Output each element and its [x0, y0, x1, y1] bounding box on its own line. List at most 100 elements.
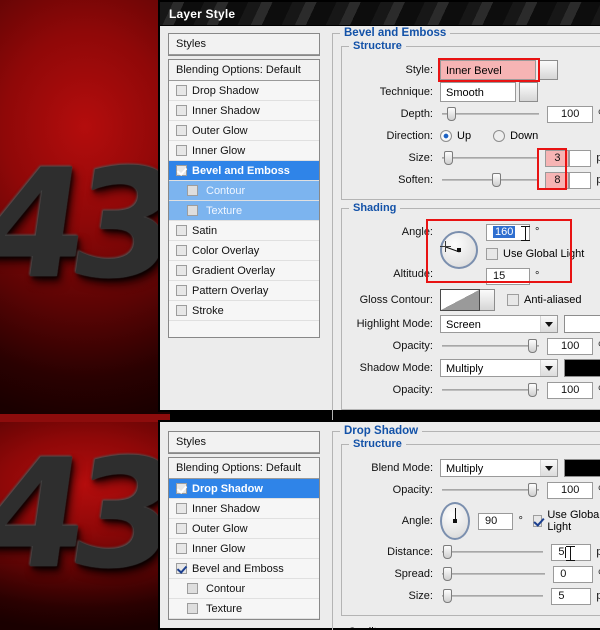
style-select-arrow[interactable] [539, 60, 558, 80]
distance-slider-knob[interactable] [443, 545, 452, 559]
depth-slider-knob[interactable] [447, 107, 456, 121]
ds-angle-value[interactable]: 90 [477, 512, 514, 530]
drop-shadow-color-swatch[interactable] [564, 459, 600, 477]
checkbox-icon-style-item[interactable] [176, 305, 187, 316]
direction-up-radio[interactable]: Up [440, 130, 471, 142]
highlight-mode-arrow[interactable] [540, 316, 557, 332]
style-list-item-label: Outer Glow [192, 522, 248, 535]
checkbox-icon-style-item[interactable] [176, 125, 187, 136]
altitude-value[interactable]: 15 [486, 267, 530, 285]
style-select[interactable]: Inner Bevel [440, 60, 536, 80]
blend-mode-arrow[interactable] [540, 460, 557, 476]
checkbox-icon-style-item[interactable] [187, 185, 198, 196]
text-cursor-icon-angle [521, 225, 530, 241]
checkbox-icon-style-item[interactable] [187, 205, 198, 216]
checkbox-icon-style-item[interactable] [176, 563, 187, 574]
shadow-mode-arrow[interactable] [540, 360, 557, 376]
ds-size-knob[interactable] [443, 589, 452, 603]
gloss-contour-preview[interactable] [440, 289, 480, 311]
bevel-angle-dial[interactable] [440, 231, 478, 269]
soften-slider-knob[interactable] [491, 173, 501, 187]
highlight-color-swatch[interactable] [564, 315, 600, 333]
style-list-item[interactable]: Drop Shadow [169, 479, 319, 499]
style-list-item[interactable]: Bevel and Emboss [169, 559, 319, 579]
ds-opacity-value[interactable]: 100 [547, 481, 594, 499]
styles-effect-list-bottom[interactable]: Drop Shadow Inner Shadow Outer Glow Inner G… [169, 479, 319, 619]
blend-mode-select[interactable]: Multiply [440, 459, 558, 477]
checkbox-icon-style-item[interactable] [187, 583, 198, 594]
checkbox-icon-style-item[interactable] [176, 165, 187, 176]
style-list-item-label: Satin [192, 224, 218, 237]
checkbox-icon-style-item[interactable] [176, 503, 187, 514]
shadow-opacity-slider[interactable] [442, 381, 540, 399]
anti-aliased-checkbox[interactable]: Anti-aliased [507, 294, 581, 306]
depth-value[interactable]: 100 [547, 105, 594, 123]
style-list-item[interactable]: Bevel and Emboss [169, 161, 319, 181]
technique-select-arrow[interactable] [519, 82, 538, 102]
style-list-item[interactable]: Outer Glow [169, 121, 319, 141]
style-list-item[interactable]: Inner Glow [169, 539, 319, 559]
highlight-mode-select[interactable]: Screen [440, 315, 558, 333]
checkbox-icon-style-item[interactable] [176, 265, 187, 276]
size-slider-knob[interactable] [444, 151, 453, 165]
highlight-mode-row: Highlight Mode: Screen [348, 313, 600, 335]
checkbox-icon-style-item[interactable] [176, 225, 187, 236]
style-list-item[interactable]: Gradient Overlay [169, 261, 319, 281]
checkbox-icon-style-item[interactable] [176, 85, 187, 96]
checkbox-icon-style-item[interactable] [176, 145, 187, 156]
style-list-item[interactable]: Drop Shadow [169, 81, 319, 101]
checkbox-icon-style-item[interactable] [187, 603, 198, 614]
style-list-item[interactable]: Texture [169, 599, 319, 619]
gloss-contour-arrow[interactable] [480, 289, 495, 311]
style-list-item[interactable]: Outer Glow [169, 519, 319, 539]
highlight-opacity-value[interactable]: 100 [547, 337, 594, 355]
checkbox-icon-style-item[interactable] [176, 543, 187, 554]
style-list-item[interactable]: Inner Shadow [169, 101, 319, 121]
style-list-item[interactable]: Stroke [169, 301, 319, 321]
size-slider[interactable] [442, 149, 538, 167]
size-value[interactable]: 3 [545, 149, 570, 167]
blending-options-row-bottom[interactable]: Blending Options: Default [169, 458, 319, 479]
shadow-opacity-knob[interactable] [528, 383, 538, 397]
ds-size-slider[interactable] [442, 587, 544, 605]
distance-value[interactable]: 5 [551, 543, 592, 561]
soften-unit: px [596, 174, 600, 186]
spread-slider-knob[interactable] [443, 567, 452, 581]
distance-slider[interactable] [442, 543, 544, 561]
shadow-mode-select[interactable]: Multiply [440, 359, 558, 377]
spread-slider[interactable] [442, 565, 546, 583]
checkbox-icon-style-item[interactable] [176, 523, 187, 534]
use-global-light-checkbox-bevel[interactable]: Use Global Light [486, 248, 584, 260]
style-list-item[interactable]: Color Overlay [169, 241, 319, 261]
checkbox-icon-style-item[interactable] [176, 285, 187, 296]
styles-effect-list-top[interactable]: Drop Shadow Inner Shadow Outer Glow Inner G… [169, 81, 319, 321]
blending-options-row-top[interactable]: Blending Options: Default [169, 60, 319, 81]
soften-value[interactable]: 8 [545, 171, 570, 189]
shadow-color-swatch[interactable] [564, 359, 600, 377]
technique-select[interactable]: Smooth [440, 82, 516, 102]
use-global-light-checkbox-drop-shadow[interactable]: Use Global Light [532, 509, 600, 533]
highlight-opacity-slider[interactable] [442, 337, 540, 355]
highlight-opacity-knob[interactable] [528, 339, 538, 353]
checkbox-icon-style-item[interactable] [176, 483, 187, 494]
bevel-angle-value[interactable]: 160 [486, 223, 530, 241]
spread-value[interactable]: 0 [553, 565, 594, 583]
ds-opacity-knob[interactable] [528, 483, 538, 497]
style-list-item[interactable]: Inner Glow [169, 141, 319, 161]
depth-slider[interactable] [442, 105, 540, 123]
style-list-item[interactable]: Pattern Overlay [169, 281, 319, 301]
style-list-item[interactable]: Contour [169, 579, 319, 599]
style-list-item[interactable]: Satin [169, 221, 319, 241]
checkbox-icon-style-item[interactable] [176, 105, 187, 116]
direction-down-radio[interactable]: Down [493, 130, 538, 142]
drop-shadow-angle-dial[interactable] [440, 502, 470, 540]
style-list-item[interactable]: Texture [169, 201, 319, 221]
checkbox-icon-style-item[interactable] [176, 245, 187, 256]
ds-size-value[interactable]: 5 [551, 587, 592, 605]
shadow-opacity-value[interactable]: 100 [547, 381, 594, 399]
soften-slider[interactable] [442, 171, 538, 189]
style-list-item[interactable]: Inner Shadow [169, 499, 319, 519]
style-list-item[interactable]: Contour [169, 181, 319, 201]
ds-opacity-slider[interactable] [442, 481, 540, 499]
dialog-titlebar[interactable]: Layer Style [160, 2, 600, 26]
